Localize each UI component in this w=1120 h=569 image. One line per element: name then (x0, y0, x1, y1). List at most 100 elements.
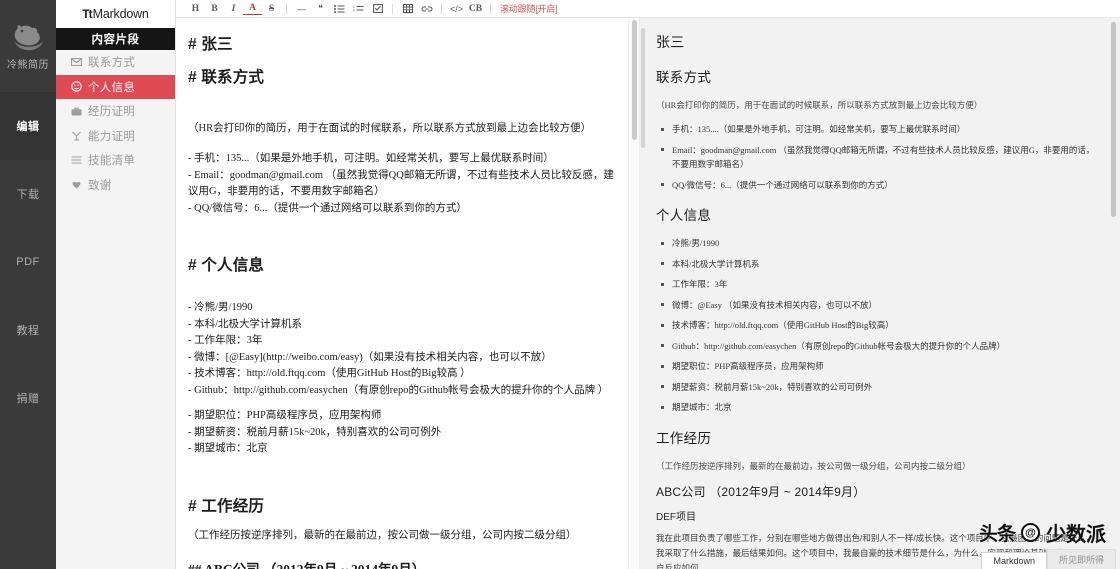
rail-item-tutorial[interactable]: 教程 (0, 296, 56, 364)
preview-paragraph: （HR会打印你的简历，用于在面试的时候联系，所以联系方式放到最上边会比较方便） (656, 100, 983, 110)
list-item: Email：goodman@gmail.com （虽然我觉得QQ邮箱无所谓，不过… (656, 143, 1096, 172)
smiley-face-icon (70, 81, 82, 93)
editor-line: - 期望薪资：税前月薪15k~20k，特别喜欢的公司可例外 (188, 426, 442, 438)
editor-line: - Github：http://github.com/easychen（有原创r… (188, 384, 609, 396)
editor-line: - QQ/微信号：6...（提供一个通过网络可以联系到你的方式） (188, 202, 467, 214)
rail-item-donate[interactable]: 捐赠 (0, 364, 56, 432)
sidebar-item-personal-info[interactable]: 个人信息 (56, 74, 175, 99)
status-bar: Markdown 所见即所得 (981, 549, 1116, 569)
list-icon (70, 154, 82, 166)
toolbar-divider (392, 3, 393, 14)
editor-line: # 张三 (188, 36, 233, 53)
toolbar-divider (441, 3, 442, 14)
list-item: 期望薪资：税前月薪15k~20k，特别喜欢的公司可例外 (656, 380, 1096, 395)
editor-line: # 个人信息 (188, 257, 265, 274)
list-item: 期望职位：PHP高级程序员，应用架构师 (656, 359, 1096, 374)
sidebar-item-experience[interactable]: 经历证明 (56, 99, 175, 124)
sidebar-item-contact[interactable]: 联系方式 (56, 50, 175, 75)
preview-scrollbar-thumb[interactable] (1111, 22, 1116, 217)
heading-button[interactable]: H (186, 1, 205, 17)
editor-scrollbar[interactable] (628, 18, 639, 569)
preview-list: 手机：135....（如果是外地手机，可注明。如经常关机，要写上最优联系时间） … (656, 122, 1096, 192)
preview-pane[interactable]: 张三 联系方式 （HR会打印你的简历，用于在面试的时候联系，所以联系方式放到最上… (640, 18, 1120, 569)
editor-line: - 技术博客：http://old.ftqq.com（使用GitHub Host… (188, 368, 471, 379)
editor-content[interactable]: # 张三 # 联系方式 （HR会打印你的简历，用于在面试的时候联系，所以联系方式… (176, 18, 639, 569)
preview-content: 张三 联系方式 （HR会打印你的简历，用于在面试的时候联系，所以联系方式放到最上… (640, 18, 1120, 569)
sidebar-item-thanks[interactable]: 致谢 (56, 173, 175, 198)
code-button[interactable]: </> (447, 1, 466, 17)
scroll-sync-toggle[interactable]: 滚动跟随[开启] (500, 2, 558, 15)
rail-item-label: PDF (16, 256, 40, 268)
editor-line: - 微博：[@Easy](http://weibo.com/easy)（如果没有… (188, 351, 552, 363)
left-nav-rail: 冷熊简历 编辑 下载 PDF 教程 捐赠 (0, 0, 56, 569)
bold-button[interactable]: B (205, 1, 224, 17)
editor-line: （HR会打印你的简历，用于在面试的时候联系，所以联系方式放到最上边会比较方便） (188, 123, 592, 134)
app-logo[interactable]: 冷熊简历 (0, 0, 56, 92)
preview-heading: DEF项目 (656, 511, 696, 523)
preview-heading: 工作经历 (656, 430, 712, 446)
editor-line: - 工作年限：3年 (188, 335, 263, 346)
rail-item-label: 捐赠 (16, 393, 40, 405)
preview-left-scrollbar[interactable] (640, 18, 646, 569)
rail-item-pdf[interactable]: PDF (0, 228, 56, 296)
horizontal-rule-button[interactable]: — (292, 1, 311, 17)
blockquote-button[interactable]: ❝ (311, 1, 330, 17)
trophy-icon (70, 130, 82, 142)
task-list-button[interactable] (368, 1, 387, 17)
brand-prefix: Tt (82, 7, 92, 21)
rail-item-download[interactable]: 下载 (0, 160, 56, 228)
preview-heading: 联系方式 (656, 70, 712, 85)
markdown-brand: Tt Markdown (56, 0, 175, 28)
editor-toolbar: H B I A S — ❝ 12 </> CB 滚动跟随[开启] (176, 0, 1120, 18)
editor-line: - 期望城市：北京 (188, 443, 268, 454)
main-column: H B I A S — ❝ 12 </> CB 滚动跟随[开启] # 张三 # … (176, 0, 1120, 569)
sidebar-item-skills[interactable]: 技能清单 (56, 148, 175, 173)
preview-paragraph: （工作经历按逆序排列，最新的在最前边，按公司做一级分组，公司内按二级分组） (656, 460, 971, 471)
preview-scrollbar[interactable] (1109, 18, 1118, 569)
sidebar-item-ability[interactable]: 能力证明 (56, 124, 175, 149)
italic-button[interactable]: I (224, 1, 243, 17)
svg-text:2: 2 (353, 8, 355, 12)
sidebar-item-label: 个人信息 (88, 81, 136, 94)
list-item: QQ/微信号：6...（提供一个通过网络可以联系到你的方式） (656, 178, 1096, 193)
list-item: 技术博客：http://old.ftqq.com（使用GitHub Host的B… (656, 318, 1096, 333)
editor-line: - 本科/北极大学计算机系 (188, 318, 303, 330)
preview-left-scrollbar-thumb[interactable] (641, 28, 645, 148)
bullet-list-button[interactable] (330, 1, 349, 17)
sidebar-item-label: 能力证明 (88, 130, 136, 143)
sidebar-item-label: 联系方式 (88, 57, 136, 70)
brand-name: Markdown (92, 7, 149, 21)
editor-scrollbar-thumb[interactable] (632, 20, 637, 140)
fragment-list: 联系方式 个人信息 经历证明 能力证明 技能清单 致谢 (56, 50, 175, 569)
app-root: 冷熊简历 编辑 下载 PDF 教程 捐赠 Tt Markdown 内容片段 联系… (0, 0, 1120, 569)
fragment-sidebar: Tt Markdown 内容片段 联系方式 个人信息 经历证明 能力证明 技能清… (56, 0, 176, 569)
ordered-list-button[interactable]: 12 (349, 1, 368, 17)
code-block-button[interactable]: CB (466, 1, 485, 17)
list-item: Github：http://github.com/easychen（有原创rep… (656, 339, 1096, 354)
list-item: 冷熊/男/1990 (656, 236, 1096, 251)
rail-item-edit[interactable]: 编辑 (0, 92, 56, 160)
text-color-button[interactable]: A (243, 3, 262, 15)
preview-heading: ABC公司 （2012年9月 ~ 2014年9月） (656, 484, 866, 499)
strikethrough-button[interactable]: S (262, 1, 281, 17)
toolbar-divider (286, 3, 287, 14)
markdown-editor-pane[interactable]: # 张三 # 联系方式 （HR会打印你的简历，用于在面试的时候联系，所以联系方式… (176, 18, 640, 569)
editor-line: - 期望职位：PHP高级程序员，应用架构师 (188, 410, 382, 421)
editor-line: （工作经历按逆序排列，最新的在最前边，按公司做一级分组，公司内按二级分组） (188, 529, 577, 541)
table-button[interactable] (398, 1, 417, 17)
editor-line: - 手机：135...（如果是外地手机，可注明。如经常关机，要写上最优联系时间） (188, 153, 554, 164)
tab-markdown[interactable]: Markdown (981, 552, 1047, 569)
sidebar-item-label: 技能清单 (88, 155, 136, 168)
preview-heading: 个人信息 (656, 208, 712, 223)
fragment-section-title: 内容片段 (56, 28, 175, 50)
link-button[interactable] (417, 1, 436, 17)
tab-wysiwyg[interactable]: 所见即所得 (1046, 549, 1116, 569)
